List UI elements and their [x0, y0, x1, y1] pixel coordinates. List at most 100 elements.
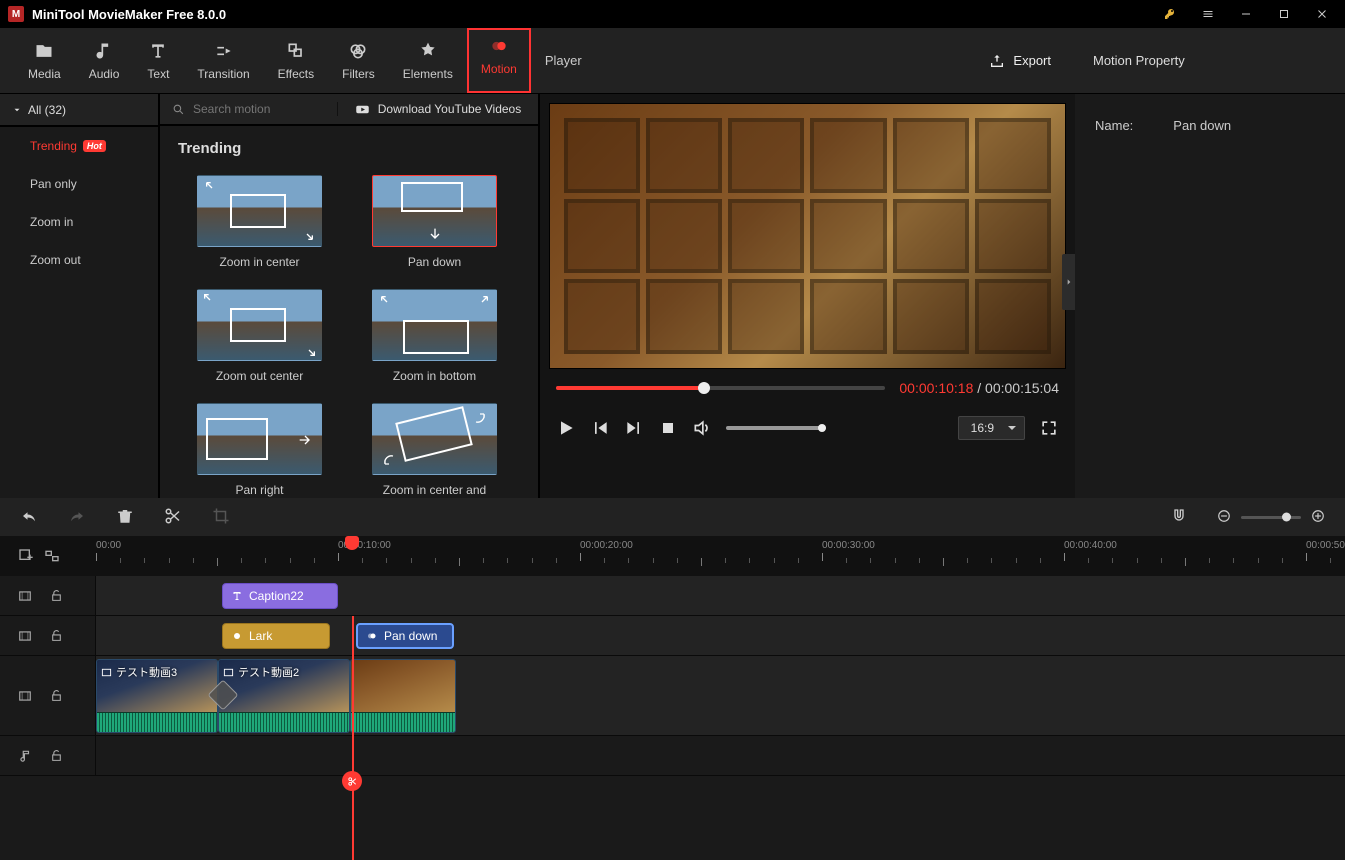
effect-track: Lark Pan down [0, 616, 1345, 656]
music-icon [18, 749, 32, 763]
collapse-properties-toggle[interactable] [1062, 254, 1075, 310]
progress-bar[interactable] [556, 386, 885, 390]
tab-motion[interactable]: Motion [467, 28, 531, 93]
unlock-icon[interactable] [50, 629, 63, 642]
category-item-label: Trending [30, 139, 77, 153]
tab-media-label: Media [28, 67, 61, 81]
track-head [0, 616, 96, 655]
film-icon [18, 689, 32, 703]
audio-track [0, 736, 1345, 776]
motion-card-pan-right[interactable]: Pan right [172, 397, 347, 498]
magnet-button[interactable] [1171, 508, 1187, 527]
search-box[interactable] [160, 102, 338, 116]
caption-clip[interactable]: Caption22 [222, 583, 338, 609]
category-trending[interactable]: Trending Hot [0, 127, 158, 165]
tab-elements-label: Elements [403, 67, 453, 81]
tab-effects[interactable]: Effects [264, 28, 328, 93]
motion-card-label: Zoom in center [217, 247, 301, 277]
timeline-toolbar [0, 498, 1345, 536]
prev-button[interactable] [590, 418, 610, 438]
motion-grid: Zoom in center Pan down Zoom out ce [160, 163, 538, 498]
tab-effects-label: Effects [278, 67, 314, 81]
search-input[interactable] [193, 102, 303, 116]
text-track: Caption22 [0, 576, 1345, 616]
play-button[interactable] [556, 418, 576, 438]
zoom-in-button[interactable] [1311, 509, 1325, 526]
stop-button[interactable] [658, 418, 678, 438]
tab-audio[interactable]: Audio [75, 28, 134, 93]
search-icon [172, 103, 185, 116]
fullscreen-button[interactable] [1039, 418, 1059, 438]
category-zoom-in[interactable]: Zoom in [0, 203, 158, 241]
tab-filters[interactable]: Filters [328, 28, 389, 93]
unlock-icon[interactable] [50, 589, 63, 602]
category-pan-only[interactable]: Pan only [0, 165, 158, 203]
redo-button[interactable] [68, 507, 86, 528]
menu-icon[interactable] [1193, 0, 1223, 28]
player-label: Player [545, 53, 582, 68]
unlock-icon[interactable] [50, 689, 63, 702]
add-track-icon[interactable] [18, 548, 34, 564]
motion-card-zoom-out-center[interactable]: Zoom out center [172, 283, 347, 397]
tracks-icon[interactable] [44, 548, 60, 564]
volume-slider[interactable] [726, 426, 826, 430]
video-clip-2[interactable]: テスト動画2 [218, 659, 350, 733]
download-youtube-link[interactable]: Download YouTube Videos [338, 102, 538, 117]
tab-text[interactable]: Text [133, 28, 183, 93]
track-head [0, 656, 96, 735]
tab-elements[interactable]: Elements [389, 28, 467, 93]
export-label: Export [1013, 53, 1051, 68]
tab-transition[interactable]: Transition [183, 28, 263, 93]
video-preview[interactable] [550, 104, 1065, 368]
minimize-button[interactable] [1231, 0, 1261, 28]
maximize-button[interactable] [1269, 0, 1299, 28]
split-indicator-icon[interactable] [342, 771, 362, 791]
pan-down-clip[interactable]: Pan down [356, 623, 454, 649]
aspect-ratio-select[interactable]: 16:9 [958, 416, 1025, 440]
motion-browser: Download YouTube Videos Trending Zoom in… [160, 94, 540, 498]
property-panel: Motion Property Name: Pan down [1075, 28, 1345, 498]
category-all[interactable]: All (32) [0, 94, 158, 127]
undo-button[interactable] [20, 507, 38, 528]
section-title: Trending [160, 126, 538, 163]
tab-media[interactable]: Media [14, 28, 75, 93]
export-button[interactable]: Export [965, 28, 1075, 93]
video-clip-3[interactable] [350, 659, 456, 733]
zoom-slider[interactable] [1241, 516, 1301, 519]
close-button[interactable] [1307, 0, 1337, 28]
delete-button[interactable] [116, 507, 134, 528]
tracks-area: Caption22 Lark Pan down [0, 576, 1345, 860]
timeline-zoom [1217, 509, 1325, 526]
timeline-ruler[interactable]: 00:0000:00:10:0000:00:20:0000:00:30:0000… [0, 536, 1345, 576]
property-title: Motion Property [1075, 28, 1345, 94]
time-total: 00:00:15:04 [985, 380, 1059, 396]
motion-card-zoom-in-center-and[interactable]: Zoom in center and [347, 397, 522, 498]
zoom-out-button[interactable] [1217, 509, 1231, 526]
lark-clip[interactable]: Lark [222, 623, 330, 649]
volume-icon[interactable] [692, 418, 712, 438]
key-icon[interactable] [1155, 0, 1185, 28]
crop-button[interactable] [212, 507, 230, 528]
category-item-label: Pan only [30, 177, 77, 191]
clip-label: テスト動画3 [116, 664, 177, 680]
titlebar: M MiniTool MovieMaker Free 8.0.0 [0, 0, 1345, 28]
app-logo: M [8, 6, 24, 22]
split-button[interactable] [164, 507, 182, 528]
next-button[interactable] [624, 418, 644, 438]
motion-card-zoom-in-bottom[interactable]: Zoom in bottom [347, 283, 522, 397]
category-zoom-out[interactable]: Zoom out [0, 241, 158, 279]
category-all-label: All (32) [28, 103, 66, 117]
motion-card-label: Zoom out center [214, 361, 305, 391]
video-clip-1[interactable]: テスト動画3 [96, 659, 218, 733]
motion-card-zoom-in-center[interactable]: Zoom in center [172, 169, 347, 283]
motion-card-pan-down[interactable]: Pan down [347, 169, 522, 283]
film-icon [101, 667, 112, 678]
tab-text-label: Text [147, 67, 169, 81]
unlock-icon[interactable] [50, 749, 63, 762]
category-item-label: Zoom in [30, 215, 73, 229]
film-icon [18, 589, 32, 603]
time-current: 00:00:10:18 [899, 380, 973, 396]
chevron-down-icon [12, 105, 22, 115]
clip-label: Lark [249, 629, 272, 643]
playhead[interactable] [345, 536, 359, 550]
